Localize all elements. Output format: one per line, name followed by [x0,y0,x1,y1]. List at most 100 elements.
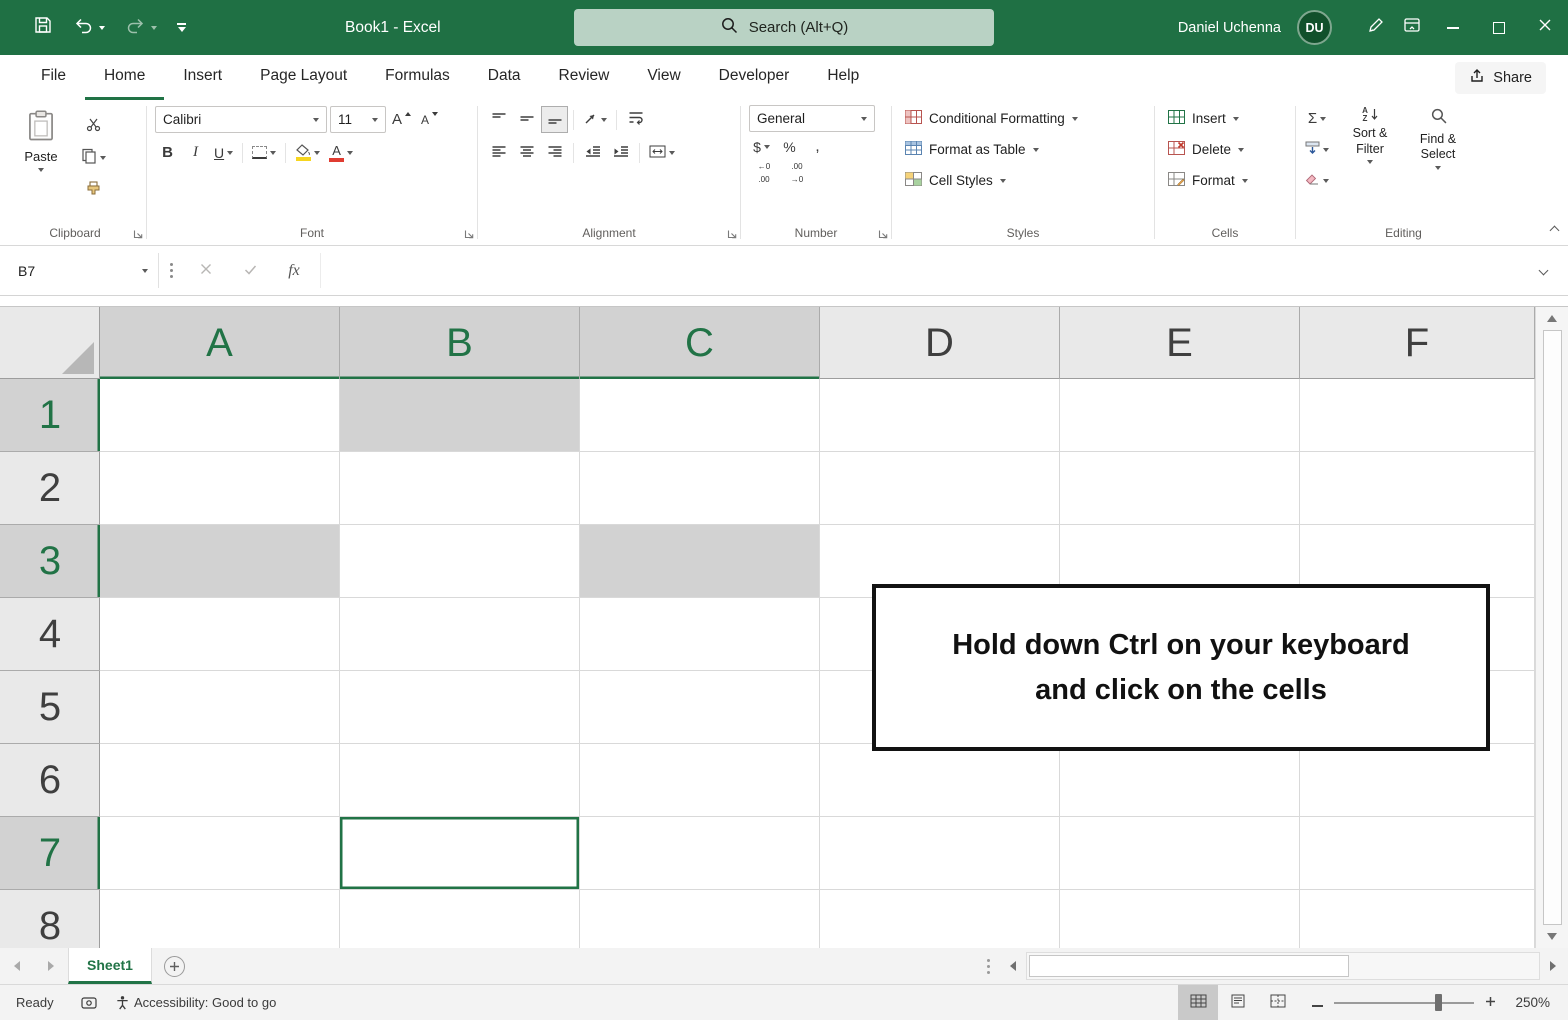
cell-C1[interactable] [580,379,820,452]
cell-F8[interactable] [1300,890,1535,948]
cell-B1[interactable] [340,379,580,452]
row-header-7[interactable]: 7 [0,817,100,890]
close-button[interactable] [1522,0,1568,55]
delete-cells-button[interactable]: Delete [1163,136,1287,163]
redo-button[interactable] [116,7,166,49]
cell-E8[interactable] [1060,890,1300,948]
format-painter-button[interactable] [78,177,109,202]
tab-home[interactable]: Home [85,55,164,100]
cell-C8[interactable] [580,890,820,948]
cell-E2[interactable] [1060,452,1300,525]
ink-pen-button[interactable] [1358,7,1394,49]
tab-file[interactable]: File [22,55,85,100]
font-color-button[interactable]: A [326,140,356,165]
cell-B2[interactable] [340,452,580,525]
underline-button[interactable]: U [211,140,236,165]
tab-developer[interactable]: Developer [700,55,809,100]
name-box-resize-handle[interactable] [170,269,173,272]
user-avatar[interactable]: DU [1297,10,1332,45]
cell-A5[interactable] [100,671,340,744]
cell-D2[interactable] [820,452,1060,525]
font-size-select[interactable]: 11 [330,106,386,133]
tab-page-layout[interactable]: Page Layout [241,55,366,100]
cell-C7[interactable] [580,817,820,890]
scroll-up-icon[interactable] [1547,315,1557,322]
merge-center-button[interactable] [646,140,678,165]
cell-E1[interactable] [1060,379,1300,452]
cell-B3[interactable] [340,525,580,598]
cell-C4[interactable] [580,598,820,671]
align-bottom-button[interactable] [542,107,567,132]
cell-C5[interactable] [580,671,820,744]
vertical-scrollbar[interactable] [1535,307,1568,948]
decrease-indent-button[interactable] [580,140,605,165]
align-top-button[interactable] [486,107,511,132]
zoom-slider-handle[interactable] [1435,994,1442,1011]
sheet-nav-right-button[interactable] [34,948,68,984]
italic-button[interactable]: I [183,140,208,165]
formula-input[interactable] [320,253,1526,288]
insert-function-button[interactable]: fx [272,253,316,288]
accessibility-icon[interactable] [115,995,130,1010]
number-format-select[interactable]: General [749,105,875,132]
tab-view[interactable]: View [628,55,699,100]
cell-A4[interactable] [100,598,340,671]
insert-cells-button[interactable]: Insert [1163,105,1287,132]
cell-E6[interactable] [1060,744,1300,817]
add-sheet-button[interactable] [152,948,196,984]
fill-color-button[interactable] [292,140,323,165]
expand-formula-bar-button[interactable] [1526,253,1560,288]
scroll-left-button[interactable] [1000,948,1026,984]
cell-D1[interactable] [820,379,1060,452]
borders-button[interactable] [249,140,279,165]
zoom-out-button[interactable] [1312,995,1323,1010]
cell-B5[interactable] [340,671,580,744]
cell-A3[interactable] [100,525,340,598]
accessibility-status[interactable]: Accessibility: Good to go [134,995,276,1010]
cell-A2[interactable] [100,452,340,525]
alignment-dialog-launcher[interactable] [727,229,737,239]
cell-styles-button[interactable]: Cell Styles [900,167,1146,194]
align-right-button[interactable] [542,140,567,165]
cut-button[interactable] [78,113,109,138]
cell-D7[interactable] [820,817,1060,890]
cell-C2[interactable] [580,452,820,525]
row-header-8[interactable]: 8 [0,890,100,948]
cell-B8[interactable] [340,890,580,948]
column-header-D[interactable]: D [820,307,1060,379]
column-header-B[interactable]: B [340,307,580,379]
vertical-scroll-thumb[interactable] [1543,330,1562,925]
conditional-formatting-button[interactable]: Conditional Formatting [900,105,1146,132]
sort-filter-button[interactable]: AZ Sort & Filter [1340,104,1400,220]
tab-review[interactable]: Review [540,55,629,100]
align-middle-button[interactable] [514,107,539,132]
cell-A6[interactable] [100,744,340,817]
cell-F7[interactable] [1300,817,1535,890]
sheet-nav-left-button[interactable] [0,948,34,984]
user-name[interactable]: Daniel Uchenna [1178,20,1281,36]
column-header-E[interactable]: E [1060,307,1300,379]
scroll-down-icon[interactable] [1547,933,1557,940]
comma-style-button[interactable]: , [805,135,830,160]
find-select-button[interactable]: Find & Select [1408,104,1468,220]
align-center-button[interactable] [514,140,539,165]
orientation-button[interactable] [580,107,610,132]
select-all-button[interactable] [0,307,100,379]
cell-F2[interactable] [1300,452,1535,525]
percent-style-button[interactable]: % [777,135,802,160]
row-header-1[interactable]: 1 [0,379,100,452]
cell-C3[interactable] [580,525,820,598]
paste-button[interactable]: Paste [12,106,70,220]
row-header-2[interactable]: 2 [0,452,100,525]
enter-button[interactable] [228,253,272,288]
cell-D8[interactable] [820,890,1060,948]
cell-E7[interactable] [1060,817,1300,890]
zoom-slider[interactable] [1334,985,1474,1020]
share-button[interactable]: Share [1455,62,1546,94]
search-box[interactable]: Search (Alt+Q) [574,9,994,46]
cell-D6[interactable] [820,744,1060,817]
cell-F1[interactable] [1300,379,1535,452]
cell-B7[interactable] [340,817,580,890]
view-normal-button[interactable] [1178,985,1218,1020]
number-dialog-launcher[interactable] [878,229,888,239]
